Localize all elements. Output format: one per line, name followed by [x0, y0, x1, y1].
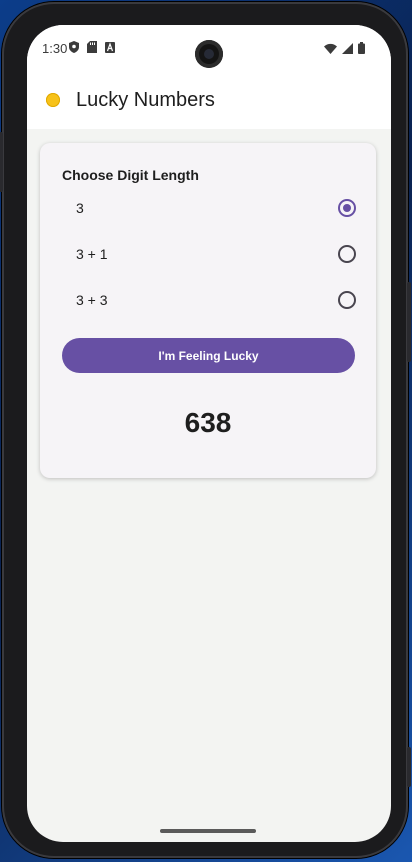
- coin-icon: [46, 93, 60, 107]
- status-bar: 1:30: [27, 25, 391, 71]
- radio-button-selected[interactable]: [338, 199, 356, 217]
- status-icons-right: [324, 42, 365, 54]
- digit-length-card: Choose Digit Length 3 3 + 1 3 + 3 I'm Fe…: [40, 143, 376, 478]
- side-button: [407, 282, 411, 362]
- lucky-number-result: 638: [184, 407, 232, 438]
- app-title: Lucky Numbers: [76, 89, 215, 111]
- feeling-lucky-button[interactable]: I'm Feeling Lucky: [62, 338, 355, 373]
- option-label: 3 + 3: [76, 292, 108, 308]
- phone-frame: 1:30 Lucky Numbers Choose Digit Length 3…: [0, 2, 411, 858]
- sd-card-icon: [87, 41, 97, 53]
- option-3-plus-1[interactable]: 3 + 1: [62, 234, 356, 274]
- shield-icon: [69, 41, 79, 53]
- side-button: [0, 132, 3, 192]
- radio-button[interactable]: [338, 291, 356, 309]
- option-label: 3 + 1: [76, 246, 108, 262]
- card-title: Choose Digit Length: [62, 167, 199, 183]
- screen: 1:30 Lucky Numbers Choose Digit Length 3…: [27, 25, 391, 842]
- signal-icon: [342, 42, 353, 54]
- option-3-plus-3[interactable]: 3 + 3: [62, 280, 356, 320]
- app-bar: Lucky Numbers: [27, 71, 391, 129]
- battery-icon: [358, 42, 365, 54]
- font-download-icon: [105, 41, 115, 53]
- home-indicator[interactable]: [160, 829, 256, 833]
- option-label: 3: [76, 200, 84, 216]
- wifi-icon: [324, 43, 337, 54]
- side-button: [407, 747, 411, 787]
- status-icons-left: [69, 41, 115, 53]
- option-3[interactable]: 3: [62, 188, 356, 228]
- radio-button[interactable]: [338, 245, 356, 263]
- status-time: 1:30: [42, 41, 68, 56]
- front-camera: [195, 40, 223, 68]
